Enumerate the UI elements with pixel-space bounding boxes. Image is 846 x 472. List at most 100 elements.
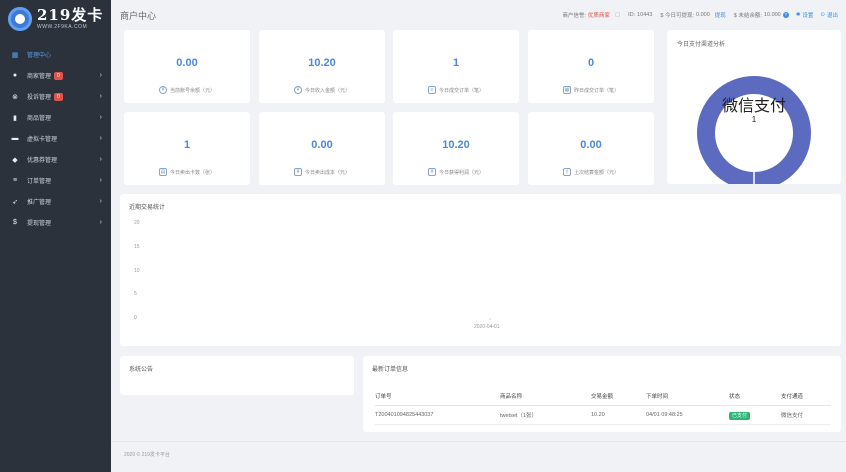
sidebar-item-badge: 0 (54, 92, 63, 101)
sidebar: 219发卡 WWW.2F9KA.COM ▦ 管理中心 ● 商家管理 0 › ⊗ 投诉管理 0 › ▮… (0, 0, 111, 472)
order-icon: ≡ (427, 86, 436, 94)
logout-link[interactable]: 退出 (827, 11, 838, 19)
channel-cell: 微信支付 (781, 405, 831, 425)
brand-logo[interactable]: 219发卡 WWW.2F9KA.COM (0, 0, 111, 38)
gear-icon[interactable]: ✱ (796, 12, 801, 18)
sidebar-item-1[interactable]: ● 商家管理 0 › (0, 65, 111, 86)
table-row[interactable]: T200401094825443037 twetset（1张） 10.20 04/01… (375, 405, 831, 425)
cost-icon: ¥ (293, 168, 302, 176)
orders-column-header: 下单时间 (646, 388, 729, 406)
sidebar-item-6[interactable]: ≡ 订单管理 › (0, 170, 111, 191)
withdraw-link[interactable]: 提现 (715, 11, 726, 19)
sidebar-item-5[interactable]: ◆ 优惠券管理 › (0, 149, 111, 170)
merchant-id-label: ID: (628, 12, 636, 18)
warning-icon: ⊗ (12, 93, 18, 101)
sidebar-item-label: 商品管理 (27, 116, 52, 122)
stat-label: 今日卖出卡数（张） (169, 169, 215, 176)
sidebar-item-label: 优惠券管理 (27, 158, 58, 164)
latest-orders-title: 最新订单信息 (372, 367, 409, 373)
footer-copyright: 2020 © 219发卡平台 (124, 452, 170, 458)
donut-center-value: 1 (751, 115, 757, 124)
info-icon: ▢ (614, 12, 621, 18)
sidebar-item-8[interactable]: $ 提现管理 › (0, 212, 111, 233)
orders-column-header: 订单号 (375, 388, 500, 406)
amount-cell: 10.20 (591, 405, 646, 425)
orders-column-header: 交易金额 (591, 388, 646, 406)
recent-trades-card: 近期交易统计 20 15 10 5 0 2020-04-01 (120, 194, 841, 346)
sidebar-nav: ▦ 管理中心 ● 商家管理 0 › ⊗ 投诉管理 0 › ▮ 商品管理 › ▬ 虚拟卡管理 › ◆ 优惠券管理 › ≡… (0, 44, 111, 233)
x-tick-label: 2020-04-01 (474, 324, 500, 330)
chevron-right-icon: › (99, 135, 102, 142)
logout-icon[interactable]: ⊙ (820, 12, 825, 18)
stat-label: 当前账号余额（元） (169, 87, 215, 94)
cards-icon: ▤ (158, 168, 167, 176)
withdrawable-label: $ 今日可提现: (660, 13, 695, 19)
stat-label: 昨日成交订单（笔） (573, 87, 619, 94)
orders-table: 订单号 商品名称 交易金额 下单时间 状态 支付通道 T20040109482544303… (375, 388, 831, 425)
chevron-right-icon: › (99, 93, 102, 100)
sidebar-item-label: 提现管理 (27, 221, 52, 227)
sidebar-item-label: 投诉管理 (27, 95, 52, 101)
sidebar-item-7[interactable]: ➶ 推广管理 › (0, 191, 111, 212)
series-point[interactable] (489, 318, 491, 320)
help-icon[interactable]: ? (782, 12, 789, 18)
stat-label: 上次结算金额（元） (573, 169, 619, 176)
sidebar-item-0[interactable]: ▦ 管理中心 (0, 44, 111, 65)
status-badge: 已支付 (729, 411, 751, 420)
time-cell: 04/01 09:48:25 (646, 405, 729, 425)
stat-card-2: 1 ≡ 今日成交订单（笔） (393, 30, 519, 103)
stat-card-4: 1 ▤ 今日卖出卡数（张） (124, 112, 250, 185)
logo-icon (8, 7, 32, 31)
merchant-credit-label: 商户信誉: (562, 13, 586, 19)
sidebar-item-3[interactable]: ▮ 商品管理 › (0, 107, 111, 128)
sidebar-item-2[interactable]: ⊗ 投诉管理 0 › (0, 86, 111, 107)
sidebar-item-badge: 0 (54, 71, 63, 80)
stat-value: 1 (183, 139, 191, 151)
stat-value: 1 (452, 57, 460, 69)
page-title: 商户中心 (120, 10, 157, 21)
donut-center-label: 微信支付 (721, 98, 786, 115)
stat-value: 0 (587, 57, 595, 69)
orders-column-header: 商品名称 (500, 388, 591, 406)
stat-value: 0.00 (176, 57, 198, 69)
stat-card-1: 10.20 ¥ 今日收入金额（元） (259, 30, 385, 103)
brand-name: 219发卡 (37, 6, 104, 24)
sidebar-item-label: 管理中心 (27, 53, 52, 59)
merchant-credit-value: 优质商家 (587, 13, 610, 19)
chevron-right-icon: › (99, 198, 102, 205)
stat-card-3: 0 ▦ 昨日成交订单（笔） (528, 30, 654, 103)
settings-link[interactable]: 设置 (802, 11, 813, 19)
orders-column-header: 支付通道 (781, 388, 831, 406)
stat-label: 今日收入金额（元） (304, 87, 350, 94)
chevron-right-icon: › (99, 177, 102, 184)
unsettled-value: 10.000 (763, 12, 781, 18)
stat-label: 今日获得利润（元） (438, 169, 484, 176)
order-no-cell: T200401094825443037 (375, 405, 500, 425)
brand-domain: WWW.2F9KA.COM (37, 24, 88, 30)
latest-orders-card: 最新订单信息 订单号 商品名称 交易金额 下单时间 状态 支付通道 T2004010948… (363, 356, 841, 432)
merchant-id-value: 10443 (637, 12, 653, 18)
send-icon: ➶ (12, 198, 18, 206)
chevron-right-icon: › (99, 72, 102, 79)
list-icon: ≡ (12, 177, 18, 184)
sidebar-item-4[interactable]: ▬ 虚拟卡管理 › (0, 128, 111, 149)
sidebar-item-label: 虚拟卡管理 (27, 137, 58, 143)
stat-card-0: 0.00 ¥ 当前账号余额（元） (124, 30, 250, 103)
system-notice-card: 系统公告 (120, 356, 354, 395)
sidebar-item-label: 推广管理 (27, 200, 52, 206)
footer: 2020 © 219发卡平台 (111, 441, 846, 472)
stat-label: 今日成交订单（笔） (438, 87, 484, 94)
user-icon: ● (12, 72, 18, 79)
card-icon: ▬ (11, 135, 19, 142)
withdrawable-value: 0.000 (696, 12, 710, 18)
calendar-icon: ▦ (562, 86, 571, 94)
stat-card-6: 10.20 ¥ 今日获得利润（元） (393, 112, 519, 185)
chevron-right-icon: › (99, 114, 102, 121)
orders-column-header: 状态 (729, 388, 781, 406)
tag-icon: ◆ (12, 156, 18, 164)
system-notice-title: 系统公告 (129, 367, 154, 373)
shopping-bag-icon: ▮ (13, 114, 17, 122)
stat-value: 10.20 (442, 139, 470, 151)
stat-label: 今日卖出成本（元） (304, 169, 350, 176)
product-cell: twetset（1张） (500, 405, 591, 425)
